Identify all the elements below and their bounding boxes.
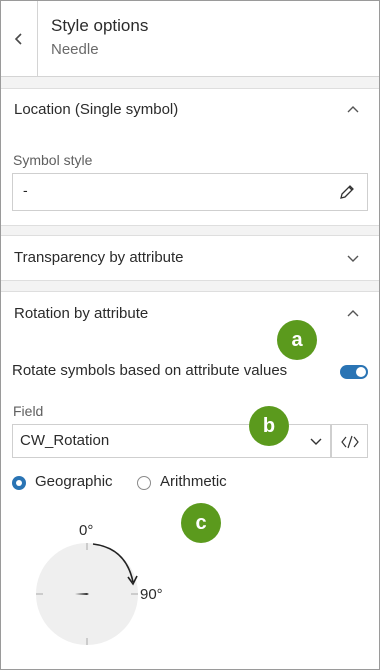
- symbol-style-label: Symbol style: [13, 152, 93, 168]
- radio-arithmetic-label: Arithmetic: [160, 473, 227, 490]
- chevron-up-icon: [347, 106, 359, 113]
- rotation-section-header[interactable]: Rotation by attribute: [1, 292, 379, 334]
- callout-a: a: [277, 320, 317, 360]
- callout-c: c: [181, 503, 221, 543]
- location-section-header[interactable]: Location (Single symbol): [1, 89, 379, 131]
- panel-header: Style options Needle: [1, 1, 379, 77]
- dial-label-0: 0°: [79, 522, 94, 539]
- chevron-left-icon: [14, 32, 22, 45]
- callout-b: b: [249, 406, 289, 446]
- style-options-panel: Style options Needle Location (Single sy…: [0, 0, 380, 670]
- expression-button[interactable]: [331, 424, 368, 458]
- transparency-section-title: Transparency by attribute: [14, 249, 184, 266]
- location-section-title: Location (Single symbol): [14, 101, 179, 118]
- code-icon: [341, 435, 359, 449]
- chevron-down-icon: [347, 255, 359, 262]
- radio-geographic[interactable]: [12, 476, 26, 490]
- rotation-section: Rotation by attribute Rotate symbols bas…: [1, 291, 379, 669]
- field-select-value: CW_Rotation: [20, 432, 110, 449]
- field-label: Field: [13, 403, 44, 419]
- radio-dot: [16, 480, 22, 486]
- toggle-knob: [356, 367, 366, 377]
- back-button[interactable]: [1, 1, 38, 76]
- transparency-section[interactable]: Transparency by attribute: [1, 235, 379, 281]
- chevron-up-icon: [347, 310, 359, 317]
- page-subtitle: Needle: [51, 41, 99, 58]
- page-title: Style options: [51, 16, 149, 35]
- symbol-style-field[interactable]: -: [12, 173, 368, 211]
- radio-geographic-label: Geographic: [35, 473, 113, 490]
- chevron-down-icon: [310, 438, 322, 445]
- rotate-symbols-toggle[interactable]: [340, 365, 368, 379]
- rotation-section-title: Rotation by attribute: [14, 305, 149, 322]
- location-section: Location (Single symbol) Symbol style -: [1, 88, 379, 226]
- pencil-icon[interactable]: [338, 183, 356, 201]
- symbol-preview: -: [23, 182, 28, 198]
- rotate-symbols-label: Rotate symbols based on attribute values: [12, 362, 288, 379]
- radio-arithmetic[interactable]: [137, 476, 151, 490]
- dial-label-90: 90°: [140, 586, 163, 603]
